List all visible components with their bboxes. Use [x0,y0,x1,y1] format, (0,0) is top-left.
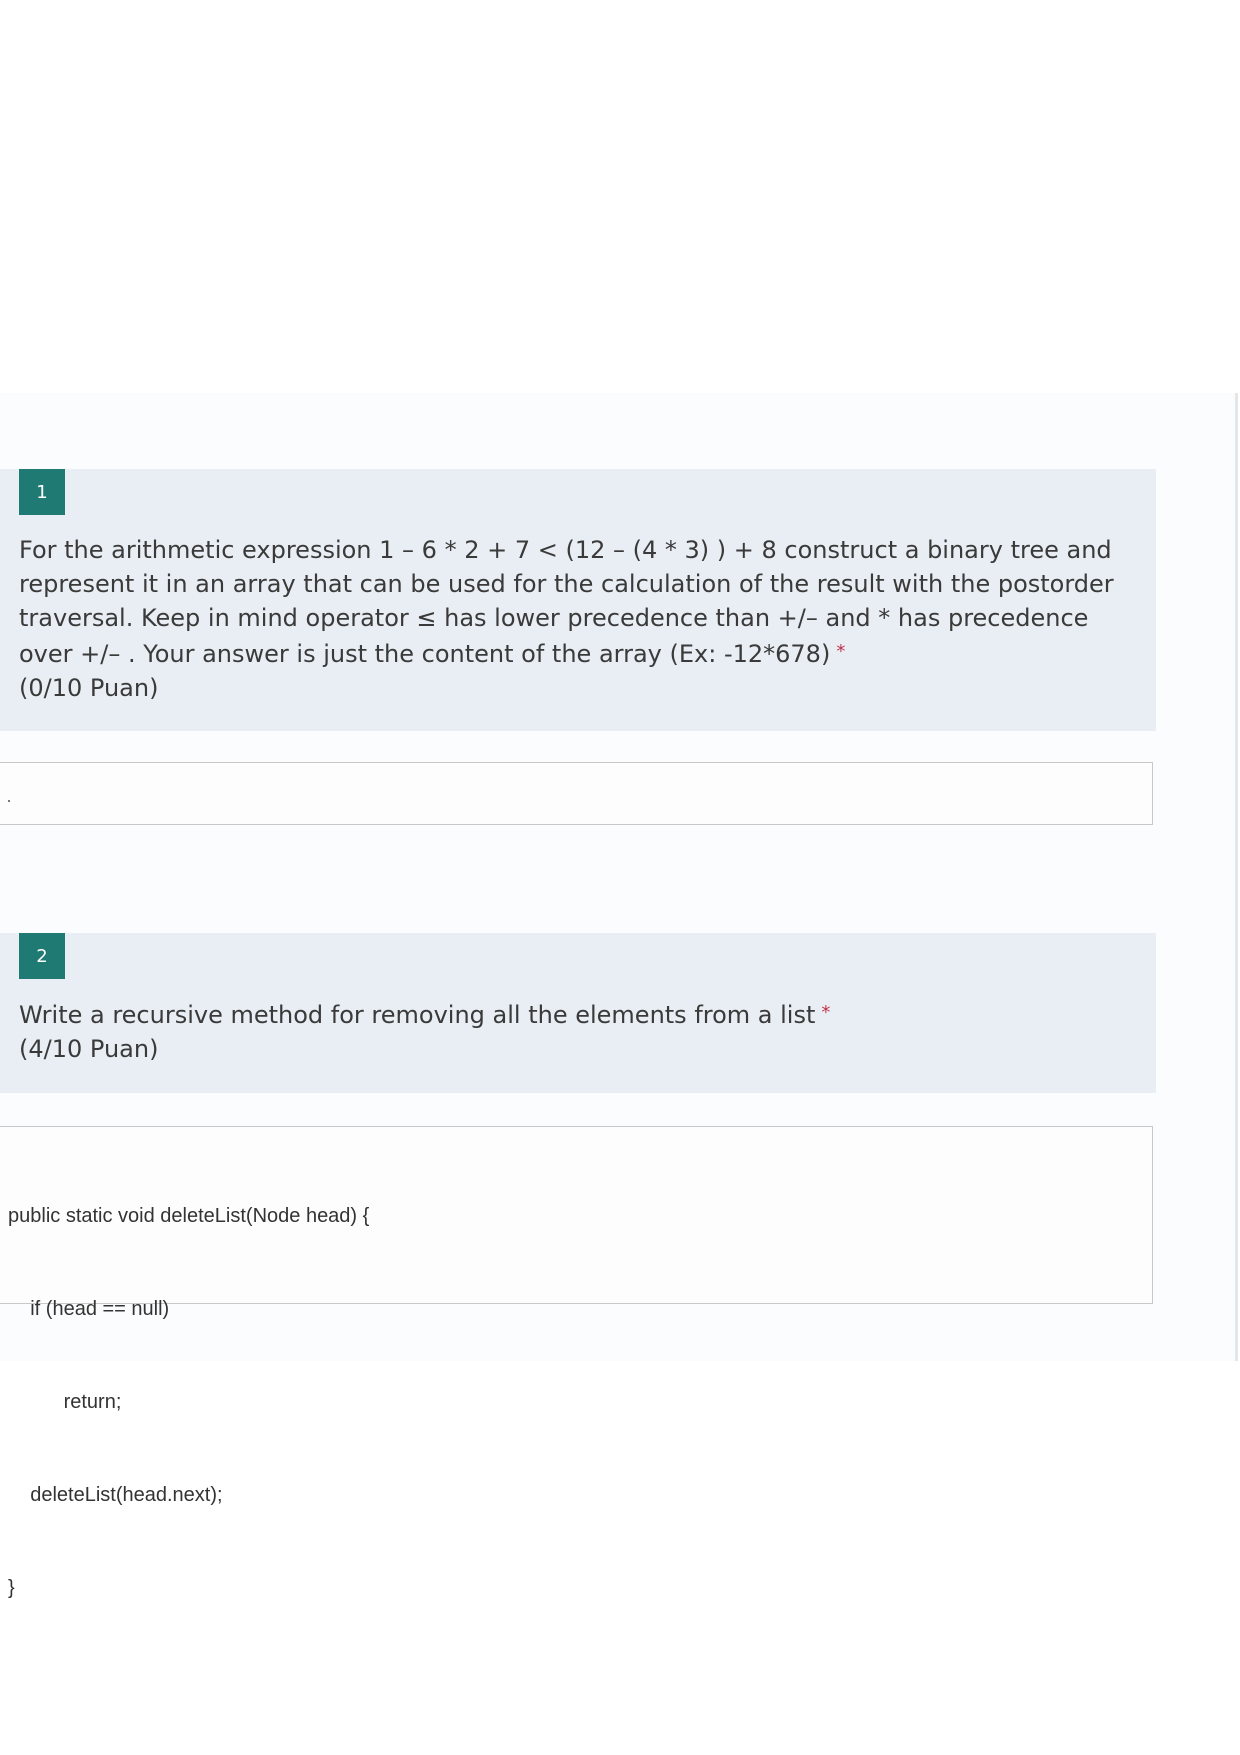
question-2: 2 Write a recursive method for removing … [0,933,1156,1093]
question-points: (0/10 Puan) [19,674,159,702]
question-number-badge: 1 [19,469,65,515]
code-line: return; [8,1391,122,1413]
code-line: public static void deleteList(Node head)… [8,1205,370,1227]
question-text-container: Write a recursive method for removing al… [19,996,1139,1066]
question-text: Write a recursive method for removing al… [19,1001,816,1029]
text-cursor [8,800,10,802]
question-text: For the arithmetic expression 1 – 6 * 2 … [19,536,1114,668]
question-text-container: For the arithmetic expression 1 – 6 * 2 … [19,533,1139,705]
answer-code: public static void deleteList(Node head)… [8,1139,369,1666]
code-line: if (head == null) [8,1298,170,1320]
required-marker: * [836,641,846,662]
answer-textarea-2[interactable]: public static void deleteList(Node head)… [0,1126,1153,1599]
code-line: } [8,1577,15,1599]
answer-input-1[interactable] [0,762,1153,825]
question-1: 1 For the arithmetic expression 1 – 6 * … [0,469,1156,731]
question-points: (4/10 Puan) [19,1035,159,1063]
required-marker: * [821,1002,831,1023]
form-page: 1 For the arithmetic expression 1 – 6 * … [0,0,1240,1755]
question-number-badge: 2 [19,933,65,979]
code-line: deleteList(head.next); [8,1484,223,1506]
scrollbar-track[interactable] [1235,393,1238,1361]
